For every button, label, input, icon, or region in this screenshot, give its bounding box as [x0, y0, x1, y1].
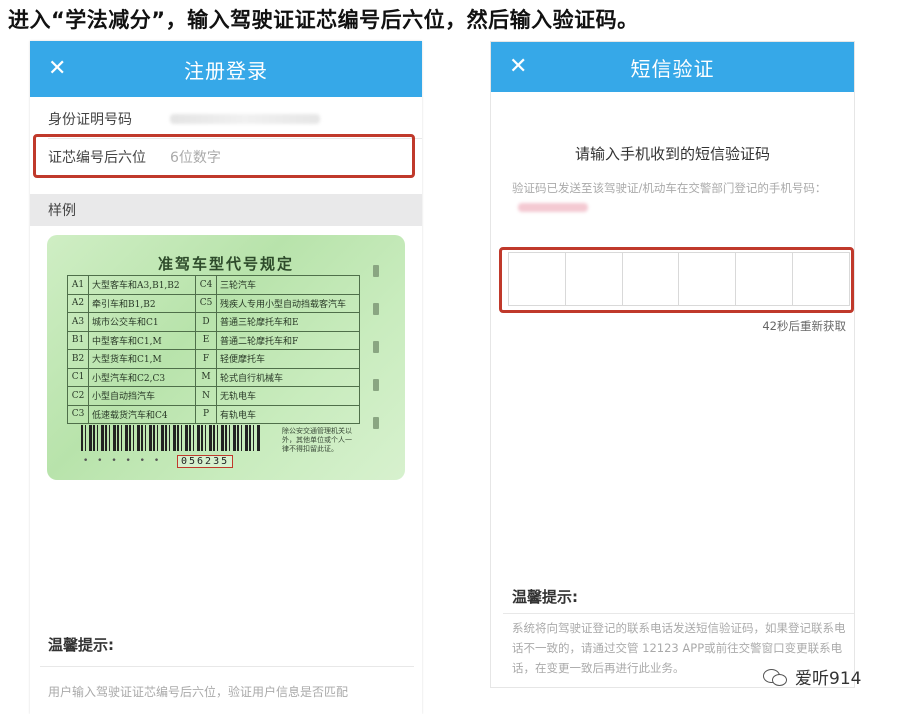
license-class-desc: 中型客车和C1,M: [88, 330, 196, 350]
license-class-desc: 轮式自行机械车: [216, 367, 360, 387]
divider: [503, 613, 854, 614]
license-class-desc: 三轮汽车: [216, 275, 360, 295]
license-class-code: N: [195, 386, 217, 406]
license-class-code: B2: [67, 349, 89, 369]
license-class-row: A1 大型客车和A3,B1,B2 C4 三轮汽车: [67, 275, 360, 295]
sms-prompt: 请输入手机收到的短信验证码: [574, 145, 770, 163]
close-icon[interactable]: ✕: [509, 56, 527, 78]
license-class-desc: 轻便摩托车: [216, 349, 360, 369]
license-class-desc: 城市公交车和C1: [88, 312, 196, 332]
license-class-code: E: [195, 330, 217, 350]
tips-title: 温馨提示:: [512, 588, 578, 606]
screen-title: 短信验证: [630, 56, 715, 81]
license-class-desc: 残疾人专用小型自动挡载客汽车: [216, 293, 360, 313]
license-class-code: A3: [67, 312, 89, 332]
license-class-desc: 大型客车和A3,B1,B2: [88, 275, 196, 295]
instruction-caption: 进入“学法减分”，输入驾驶证证芯编号后六位，然后输入验证码。: [8, 8, 639, 32]
license-class-code: D: [195, 312, 217, 332]
tips-text: 用户输入驾驶证证芯编号后六位，验证用户信息是否匹配: [48, 685, 349, 699]
id-number-label: 身份证明号码: [48, 112, 132, 128]
license-class-row: B1 中型客车和C1,M E 普通二轮摩托车和F: [67, 330, 360, 350]
license-class-code: C4: [195, 275, 217, 295]
chip-serial-number: 056235: [177, 455, 234, 468]
license-class-row: C2 小型自动挡汽车 N 无轨电车: [67, 386, 360, 406]
highlight-frame: [499, 247, 854, 313]
license-class-desc: 普通三轮摩托车和E: [216, 312, 360, 332]
license-class-row: A3 城市公交车和C1 D 普通三轮摩托车和E: [67, 312, 360, 332]
license-class-desc: 小型自动挡汽车: [88, 386, 196, 406]
sample-section-header: 样例: [30, 194, 422, 226]
barcode: [81, 425, 261, 451]
chat-bubbles-icon: [763, 667, 789, 687]
license-class-row: B2 大型货车和C1,M F 轻便摩托车: [67, 349, 360, 369]
close-icon[interactable]: ✕: [48, 58, 66, 80]
license-class-code: A1: [67, 275, 89, 295]
license-class-code: A2: [67, 293, 89, 313]
resend-countdown[interactable]: 42秒后重新获取: [762, 318, 846, 334]
serial-dots: • • • • • •: [83, 456, 163, 466]
phone-number-blurred: [518, 203, 588, 212]
sample-label: 样例: [48, 203, 76, 219]
app-bar: ✕ 短信验证: [491, 42, 854, 92]
license-class-code: C2: [67, 386, 89, 406]
license-class-row: C3 低速载货汽车和C4 P 有轨电车: [67, 404, 360, 424]
license-class-row: A2 牵引车和B1,B2 C5 残疾人专用小型自动挡载客汽车: [67, 293, 360, 313]
login-screen: ✕ 注册登录 身份证明号码 证芯编号后六位 6位数字 样例 准驾车型代号规定 A…: [30, 41, 422, 714]
license-class-desc: 低速载货汽车和C4: [88, 404, 196, 424]
license-class-code: M: [195, 367, 217, 387]
license-class-desc: 小型汽车和C2,C3: [88, 367, 196, 387]
screen-title: 注册登录: [184, 58, 268, 83]
license-class-code: C1: [67, 367, 89, 387]
license-class-code: B1: [67, 330, 89, 350]
license-class-row: C1 小型汽车和C2,C3 M 轮式自行机械车: [67, 367, 360, 387]
license-class-desc: 普通二轮摩托车和F: [216, 330, 360, 350]
license-class-code: C5: [195, 293, 217, 313]
license-class-code: P: [195, 404, 217, 424]
highlight-frame: [33, 134, 415, 178]
watermark-text: 爱听914: [795, 669, 862, 689]
sms-verification-screen: ✕ 短信验证 请输入手机收到的短信验证码 验证码已发送至该驾驶证/机动车在交警部…: [490, 41, 855, 688]
license-card-title: 准驾车型代号规定: [157, 255, 294, 273]
license-class-table: A1 大型客车和A3,B1,B2 C4 三轮汽车 A2 牵引车和B1,B2 C5 残疾人专用小…: [67, 275, 360, 424]
license-sample-card: 准驾车型代号规定 A1 大型客车和A3,B1,B2 C4 三轮汽车 A2 牵引车和B1,B…: [47, 235, 405, 480]
divider: [40, 666, 414, 667]
license-class-desc: 牵引车和B1,B2: [88, 293, 196, 313]
license-class-desc: 无轨电车: [216, 386, 360, 406]
watermark: 爱听914: [763, 664, 861, 689]
sms-hint-text: 验证码已发送至该驾驶证/机动车在交警部门登记的手机号码：: [512, 181, 827, 195]
card-side-marks: [373, 265, 379, 445]
id-number-value-blurred: [170, 114, 320, 124]
license-card-note: 除公安交通管理机关以外，其他单位或个人一律不得扣留此证。: [282, 427, 352, 453]
app-bar: ✕ 注册登录: [30, 41, 422, 97]
tips-title: 温馨提示:: [48, 636, 114, 654]
license-class-code: F: [195, 349, 217, 369]
license-class-code: C3: [67, 404, 89, 424]
license-class-desc: 有轨电车: [216, 404, 360, 424]
id-number-row[interactable]: 身份证明号码: [30, 100, 422, 138]
sms-hint: 验证码已发送至该驾驶证/机动车在交警部门登记的手机号码：: [512, 179, 842, 217]
license-class-desc: 大型货车和C1,M: [88, 349, 196, 369]
